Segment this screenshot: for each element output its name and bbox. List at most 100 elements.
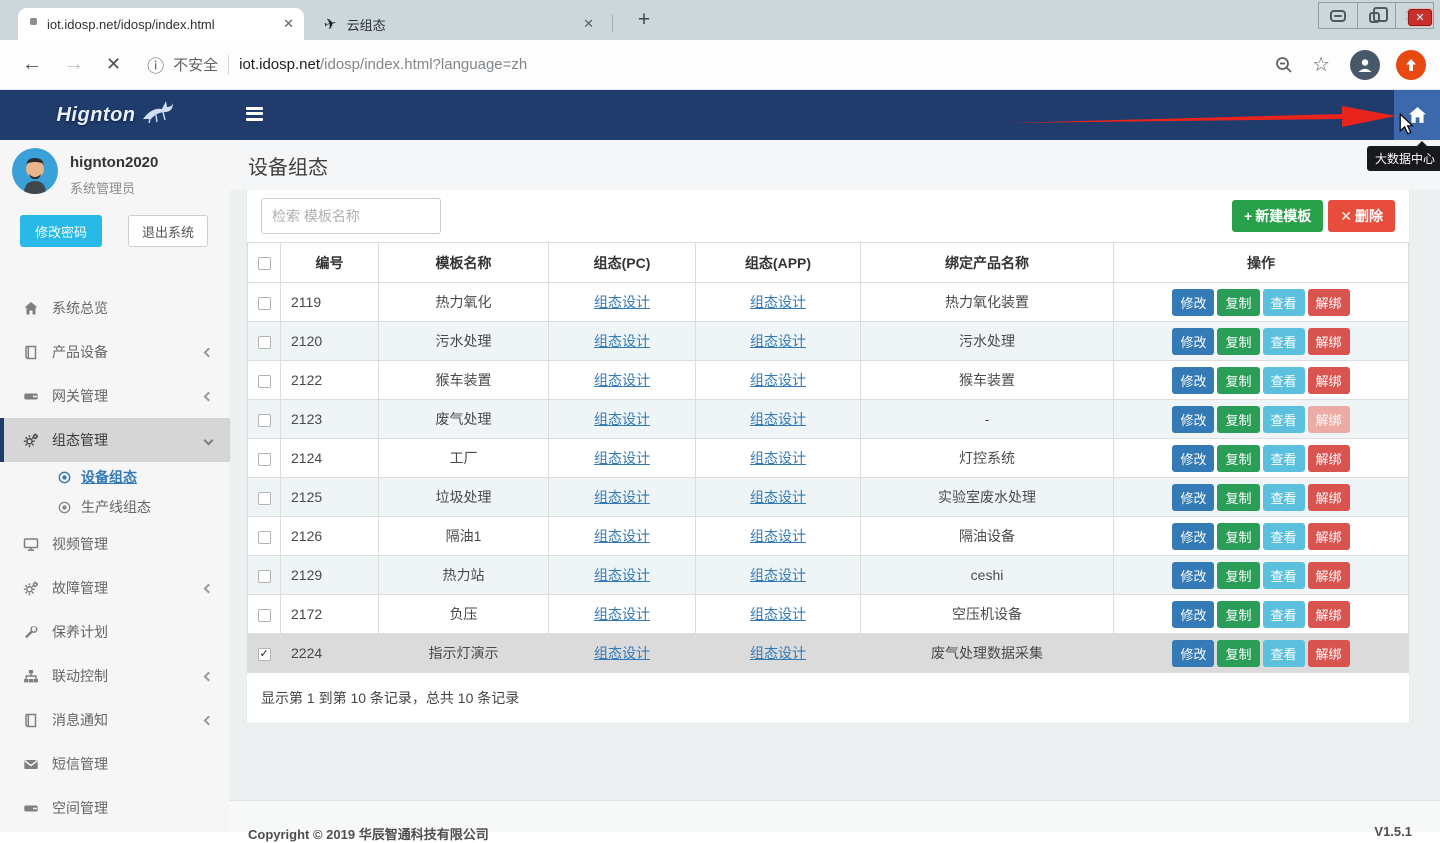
forward-icon[interactable]: → — [64, 53, 84, 76]
modify-button[interactable]: 修改 — [1172, 445, 1214, 472]
stop-reload-icon[interactable]: ✕ — [106, 54, 121, 75]
sidebar-item-9[interactable]: 短信管理 — [0, 742, 230, 786]
config-design-app-link[interactable]: 组态设计 — [750, 606, 806, 622]
config-design-pc-link[interactable]: 组态设计 — [594, 333, 650, 349]
modify-button[interactable]: 修改 — [1172, 328, 1214, 355]
browser-tab-cloud[interactable]: ✈ 云组态 ✕ — [312, 8, 604, 40]
copy-button[interactable]: 复制 — [1217, 523, 1259, 550]
view-button[interactable]: 查看 — [1263, 289, 1305, 316]
config-design-app-link[interactable]: 组态设计 — [750, 645, 806, 661]
sidebar-item-3[interactable]: 组态管理 — [0, 418, 230, 462]
modify-button[interactable]: 修改 — [1172, 406, 1214, 433]
minimize-button[interactable] — [1319, 3, 1357, 28]
change-password-button[interactable]: 修改密码 — [20, 215, 102, 247]
delete-button[interactable]: ✕ 删除 — [1328, 200, 1395, 232]
modify-button[interactable]: 修改 — [1172, 562, 1214, 589]
bookmark-star-icon[interactable]: ☆ — [1312, 52, 1330, 77]
unbind-button[interactable]: 解绑 — [1308, 640, 1350, 667]
view-button[interactable]: 查看 — [1263, 445, 1305, 472]
modify-button[interactable]: 修改 — [1172, 484, 1214, 511]
sidebar-item-1[interactable]: 产品设备 — [0, 330, 230, 374]
logout-button[interactable]: 退出系统 — [128, 215, 208, 247]
info-icon[interactable]: ⓘ — [147, 52, 164, 77]
browser-update-icon[interactable] — [1396, 50, 1426, 80]
row-checkbox[interactable] — [258, 648, 271, 661]
hamburger-menu-icon[interactable] — [246, 104, 268, 126]
sidebar-subitem-3-1[interactable]: 生产线组态 — [0, 492, 230, 522]
config-design-pc-link[interactable]: 组态设计 — [594, 567, 650, 583]
row-checkbox[interactable] — [258, 297, 271, 310]
row-checkbox[interactable] — [258, 414, 271, 427]
row-checkbox[interactable] — [258, 336, 271, 349]
view-button[interactable]: 查看 — [1263, 406, 1305, 433]
config-design-app-link[interactable]: 组态设计 — [750, 333, 806, 349]
tab-close-icon[interactable]: ✕ — [283, 16, 294, 32]
view-button[interactable]: 查看 — [1263, 328, 1305, 355]
avatar[interactable] — [12, 148, 58, 194]
copy-button[interactable]: 复制 — [1217, 328, 1259, 355]
modify-button[interactable]: 修改 — [1172, 640, 1214, 667]
copy-button[interactable]: 复制 — [1217, 367, 1259, 394]
url-field[interactable]: ⓘ 不安全 iot.idosp.net /idosp/index.html?la… — [147, 52, 1274, 77]
close-button[interactable]: ✕ ✕ — [1395, 3, 1433, 28]
row-checkbox[interactable] — [258, 609, 271, 622]
sidebar-item-10[interactable]: 空间管理 — [0, 786, 230, 830]
unbind-button[interactable]: 解绑 — [1308, 328, 1350, 355]
sidebar-item-8[interactable]: 消息通知 — [0, 698, 230, 742]
config-design-pc-link[interactable]: 组态设计 — [594, 645, 650, 661]
big-data-center-home-button[interactable] — [1394, 90, 1440, 140]
config-design-app-link[interactable]: 组态设计 — [750, 372, 806, 388]
search-input[interactable] — [261, 198, 441, 234]
unbind-button[interactable]: 解绑 — [1308, 484, 1350, 511]
config-design-pc-link[interactable]: 组态设计 — [594, 528, 650, 544]
config-design-app-link[interactable]: 组态设计 — [750, 294, 806, 310]
sidebar-item-7[interactable]: 联动控制 — [0, 654, 230, 698]
view-button[interactable]: 查看 — [1263, 484, 1305, 511]
sidebar-subitem-3-0[interactable]: 设备组态 — [0, 462, 230, 492]
sidebar-item-6[interactable]: 保养计划 — [0, 610, 230, 654]
config-design-pc-link[interactable]: 组态设计 — [594, 294, 650, 310]
copy-button[interactable]: 复制 — [1217, 562, 1259, 589]
copy-button[interactable]: 复制 — [1217, 406, 1259, 433]
copy-button[interactable]: 复制 — [1217, 601, 1259, 628]
row-checkbox[interactable] — [258, 492, 271, 505]
browser-profile-icon[interactable] — [1350, 50, 1380, 80]
select-all-checkbox[interactable] — [258, 257, 271, 270]
unbind-button[interactable]: 解绑 — [1308, 406, 1350, 433]
config-design-pc-link[interactable]: 组态设计 — [594, 606, 650, 622]
zoom-out-icon[interactable] — [1274, 55, 1294, 75]
copy-button[interactable]: 复制 — [1217, 640, 1259, 667]
view-button[interactable]: 查看 — [1263, 640, 1305, 667]
modify-button[interactable]: 修改 — [1172, 367, 1214, 394]
back-icon[interactable]: ← — [22, 53, 42, 76]
config-design-pc-link[interactable]: 组态设计 — [594, 450, 650, 466]
sidebar-item-0[interactable]: 系统总览 — [0, 286, 230, 330]
modify-button[interactable]: 修改 — [1172, 523, 1214, 550]
config-design-app-link[interactable]: 组态设计 — [750, 528, 806, 544]
sidebar-item-4[interactable]: 视频管理 — [0, 522, 230, 566]
unbind-button[interactable]: 解绑 — [1308, 601, 1350, 628]
unbind-button[interactable]: 解绑 — [1308, 289, 1350, 316]
config-design-app-link[interactable]: 组态设计 — [750, 411, 806, 427]
config-design-pc-link[interactable]: 组态设计 — [594, 372, 650, 388]
new-tab-button[interactable]: + — [630, 6, 658, 34]
new-template-button[interactable]: + 新建模板 — [1232, 200, 1323, 232]
row-checkbox[interactable] — [258, 375, 271, 388]
unbind-button[interactable]: 解绑 — [1308, 523, 1350, 550]
copy-button[interactable]: 复制 — [1217, 484, 1259, 511]
copy-button[interactable]: 复制 — [1217, 289, 1259, 316]
modify-button[interactable]: 修改 — [1172, 289, 1214, 316]
row-checkbox[interactable] — [258, 531, 271, 544]
config-design-app-link[interactable]: 组态设计 — [750, 567, 806, 583]
row-checkbox[interactable] — [258, 453, 271, 466]
config-design-app-link[interactable]: 组态设计 — [750, 450, 806, 466]
config-design-pc-link[interactable]: 组态设计 — [594, 411, 650, 427]
modify-button[interactable]: 修改 — [1172, 601, 1214, 628]
view-button[interactable]: 查看 — [1263, 601, 1305, 628]
tab-close-icon[interactable]: ✕ — [583, 16, 594, 32]
row-checkbox[interactable] — [258, 570, 271, 583]
config-design-app-link[interactable]: 组态设计 — [750, 489, 806, 505]
unbind-button[interactable]: 解绑 — [1308, 562, 1350, 589]
unbind-button[interactable]: 解绑 — [1308, 367, 1350, 394]
config-design-pc-link[interactable]: 组态设计 — [594, 489, 650, 505]
